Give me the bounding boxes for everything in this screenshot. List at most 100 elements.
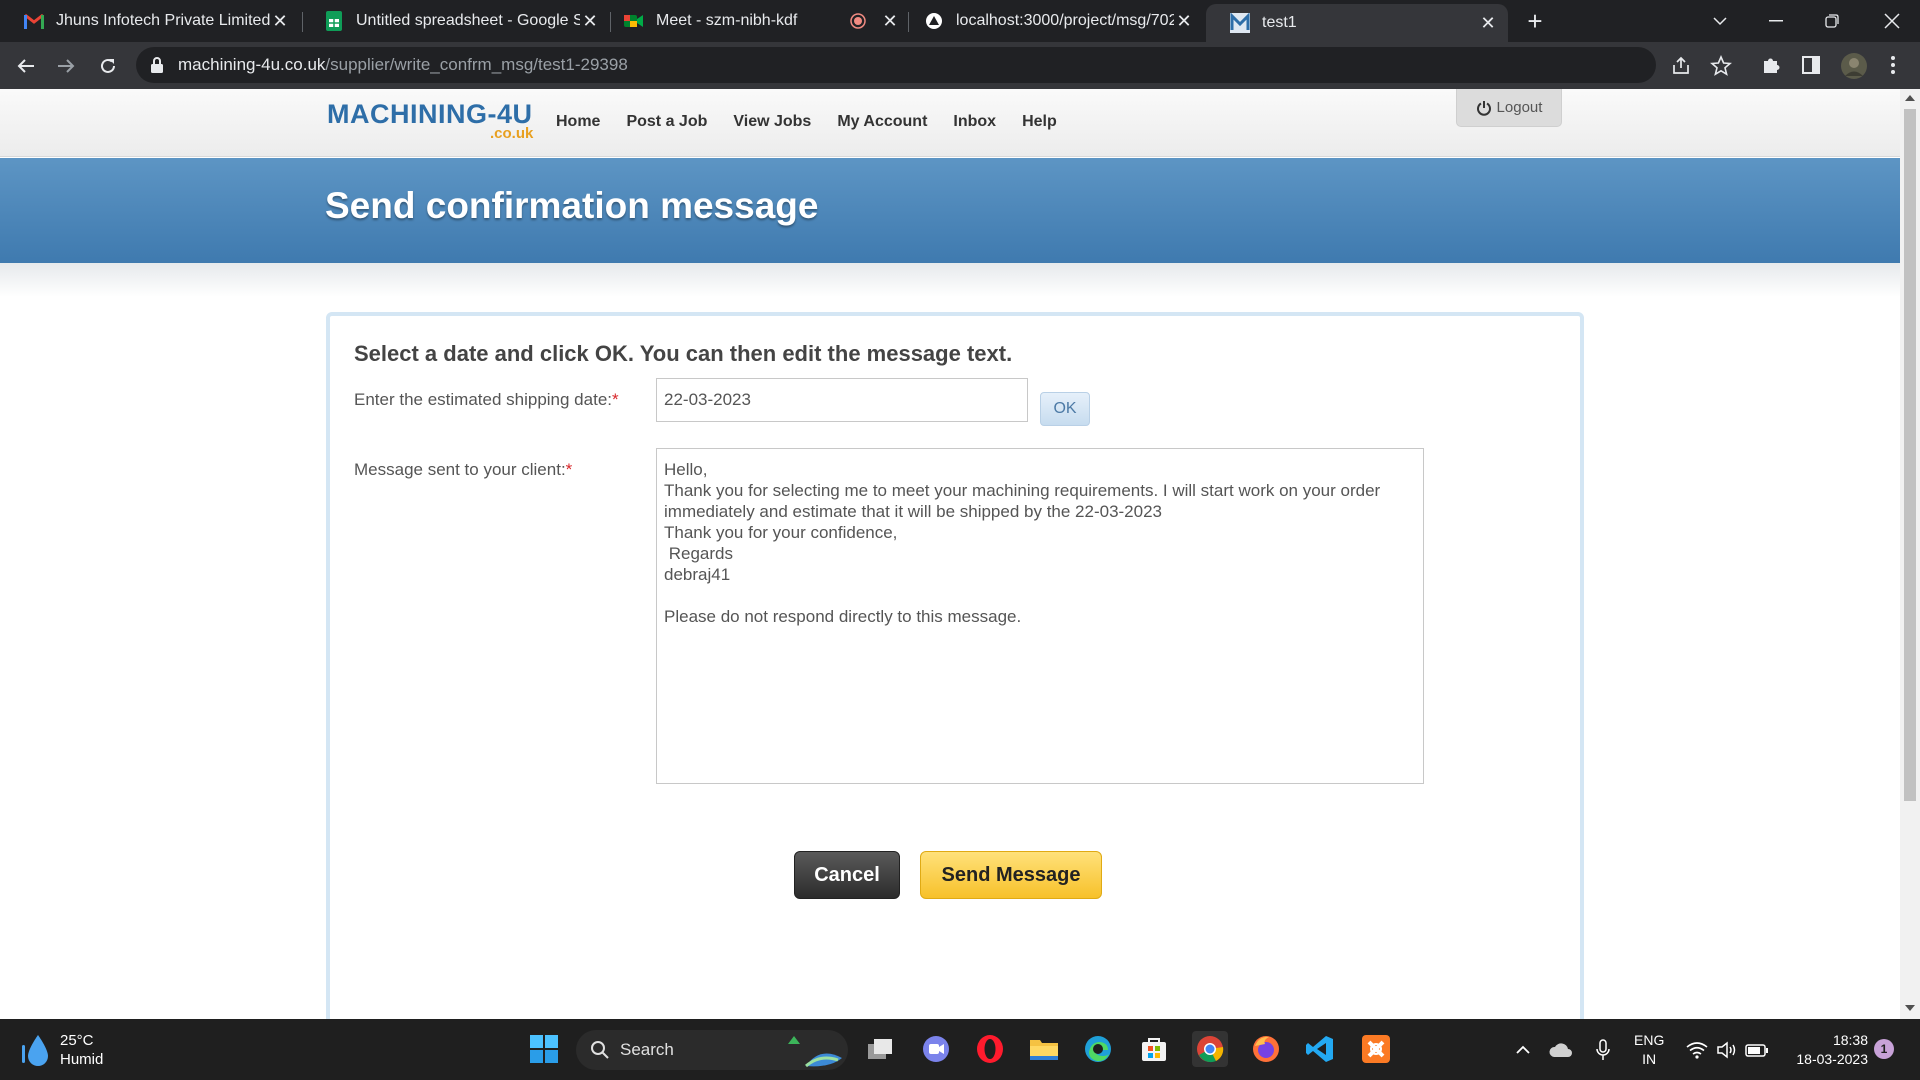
url-path: /supplier/write_confrm_msg/test1-29398	[325, 55, 628, 74]
tab-sheets[interactable]: Untitled spreadsheet - Google Sh ✕	[300, 0, 610, 42]
page-viewport: MACHINING-4U .co.uk Home Post a Job View…	[0, 89, 1900, 1019]
sheets-icon	[324, 11, 344, 31]
share-icon[interactable]	[1670, 55, 1692, 77]
reload-icon[interactable]	[92, 50, 124, 82]
side-panel-icon[interactable]	[1800, 54, 1824, 78]
weather-widget[interactable]: 25°C Humid	[20, 1031, 103, 1069]
close-icon[interactable]: ✕	[1174, 11, 1194, 31]
microphone-icon[interactable]	[1590, 1037, 1616, 1063]
close-window-icon[interactable]	[1864, 0, 1920, 42]
tab-meet[interactable]: Meet - szm-nibh-kdf ✕	[600, 0, 910, 42]
logout-button[interactable]: Logout	[1456, 89, 1562, 127]
show-hidden-icons-chevron[interactable]	[1510, 1037, 1536, 1063]
tab-search-icon[interactable]	[1692, 0, 1748, 42]
scrollbar-thumb[interactable]	[1904, 109, 1916, 801]
system-clock[interactable]: 18:38 18-03-2023	[1784, 1031, 1868, 1069]
firefox-icon[interactable]	[1248, 1031, 1284, 1067]
file-explorer-icon[interactable]	[1026, 1031, 1062, 1067]
start-windows-icon[interactable]	[526, 1031, 562, 1067]
logout-label: Logout	[1496, 99, 1543, 116]
nav-view-jobs[interactable]: View Jobs	[733, 113, 811, 131]
page-banner: Send confirmation message	[0, 158, 1900, 263]
temperature: 25°C	[60, 1032, 94, 1049]
meet-icon	[624, 11, 644, 31]
profile-avatar[interactable]	[1840, 52, 1868, 80]
taskbar-search[interactable]: Search	[576, 1030, 848, 1070]
close-icon[interactable]: ✕	[580, 11, 600, 31]
logo-domain-text: .co.uk	[490, 125, 534, 142]
message-label: Message sent to your client:*	[354, 460, 572, 480]
clock-date: 18-03-2023	[1796, 1051, 1868, 1067]
site-logo[interactable]: MACHINING-4U .co.uk	[327, 99, 537, 147]
send-message-button[interactable]: Send Message	[920, 851, 1102, 899]
bookmark-star-icon[interactable]	[1710, 54, 1732, 77]
nav-help[interactable]: Help	[1022, 113, 1057, 131]
tab-localhost[interactable]: localhost:3000/project/msg/702/ ✕	[900, 0, 1204, 42]
nav-my-account[interactable]: My Account	[837, 113, 927, 131]
new-tab-button[interactable]: +	[1522, 8, 1548, 35]
tab-gmail[interactable]: Jhuns Infotech Private Limited M ✕	[0, 0, 300, 42]
nav-post-a-job[interactable]: Post a Job	[626, 113, 707, 131]
search-label: Search	[620, 1040, 674, 1059]
browser-tab-bar: Jhuns Infotech Private Limited M ✕ Untit…	[0, 0, 1920, 42]
microsoft-store-icon[interactable]	[1136, 1031, 1172, 1067]
page-scrollbar[interactable]	[1900, 89, 1920, 1019]
site-header: MACHINING-4U .co.uk Home Post a Job View…	[0, 89, 1900, 157]
tab-title: localhost:3000/project/msg/702/	[956, 12, 1174, 29]
battery-charging-icon[interactable]	[1744, 1037, 1770, 1063]
clock-time: 18:38	[1832, 1032, 1868, 1048]
menu-kebab-icon[interactable]	[1882, 54, 1906, 78]
notification-badge[interactable]: 1	[1874, 1039, 1894, 1059]
nav-home[interactable]: Home	[556, 113, 600, 131]
search-icon	[591, 1041, 609, 1059]
message-textarea[interactable]: Hello, Thank you for selecting me to mee…	[656, 448, 1424, 784]
volume-icon[interactable]	[1714, 1037, 1740, 1063]
close-icon[interactable]: ✕	[270, 11, 290, 31]
teams-chat-icon[interactable]	[918, 1031, 954, 1067]
edge-icon[interactable]	[1080, 1031, 1116, 1067]
scroll-down-icon[interactable]	[1905, 1005, 1915, 1011]
restore-icon[interactable]	[1804, 0, 1860, 42]
cancel-button[interactable]: Cancel	[794, 851, 900, 899]
chrome-icon[interactable]	[1192, 1031, 1228, 1067]
minimize-icon[interactable]	[1748, 0, 1804, 42]
xampp-icon[interactable]	[1358, 1031, 1394, 1067]
forward-arrow-icon[interactable]	[50, 50, 82, 82]
windows-taskbar: 25°C Humid Search ENG IN 18:38 18-03-202…	[0, 1019, 1920, 1080]
opera-icon[interactable]	[972, 1031, 1008, 1067]
main-navigation: Home Post a Job View Jobs My Account Inb…	[556, 113, 1083, 131]
wifi-icon[interactable]	[1684, 1037, 1710, 1063]
search-highlight-icon	[788, 1036, 842, 1068]
back-arrow-icon[interactable]	[10, 50, 42, 82]
url-host: machining-4u.co.uk	[178, 55, 326, 74]
lock-icon[interactable]	[150, 56, 168, 74]
omnibox[interactable]: machining-4u.co.uk/supplier/write_confrm…	[136, 47, 1732, 83]
page-title: Send confirmation message	[325, 185, 819, 226]
vscode-icon[interactable]	[1302, 1031, 1338, 1067]
banner-shadow	[0, 263, 1900, 297]
tab-title: test1	[1262, 14, 1297, 31]
scroll-up-icon[interactable]	[1905, 95, 1915, 101]
shipping-date-input[interactable]	[656, 378, 1028, 422]
tab-title: Jhuns Infotech Private Limited M	[56, 12, 270, 29]
machining-favicon	[1230, 13, 1250, 33]
ok-button[interactable]: OK	[1040, 392, 1090, 426]
close-icon[interactable]: ✕	[880, 11, 900, 31]
message-label-text: Message sent to your client:	[354, 460, 566, 479]
close-icon[interactable]: ✕	[1478, 13, 1498, 33]
task-view-icon[interactable]	[862, 1031, 898, 1067]
localhost-icon	[924, 11, 944, 31]
power-icon	[1476, 100, 1491, 116]
tab-test1[interactable]: test1 ✕	[1206, 4, 1508, 42]
required-mark: *	[612, 390, 619, 409]
humidity-drop-icon	[22, 1035, 48, 1066]
url-text: machining-4u.co.uk/supplier/write_confrm…	[178, 55, 628, 75]
shipping-date-label: Enter the estimated shipping date:*	[354, 390, 619, 410]
required-mark: *	[565, 460, 573, 479]
region-code: IN	[1642, 1051, 1657, 1067]
weather-condition: Humid	[60, 1051, 104, 1068]
language-indicator[interactable]: ENG IN	[1634, 1031, 1664, 1069]
extensions-puzzle-icon[interactable]	[1760, 54, 1784, 78]
nav-inbox[interactable]: Inbox	[953, 113, 996, 131]
onedrive-cloud-icon[interactable]	[1548, 1037, 1574, 1063]
